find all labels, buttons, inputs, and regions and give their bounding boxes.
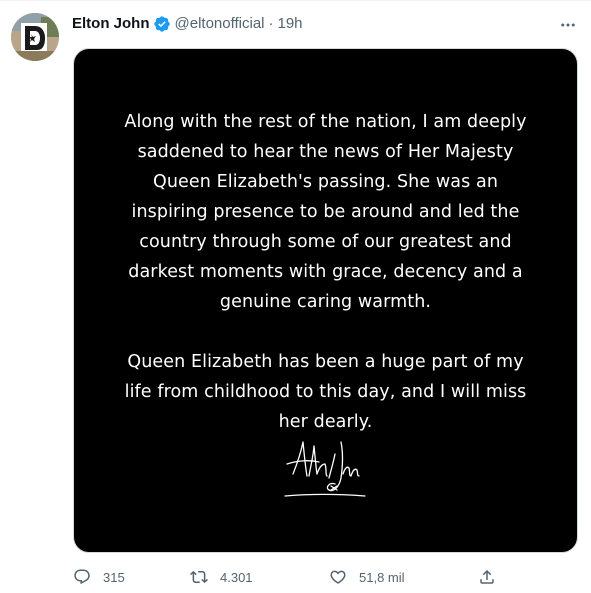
like-button[interactable]: 51,8 mil bbox=[329, 566, 405, 588]
heart-icon bbox=[329, 568, 347, 586]
tweet[interactable]: Elton John @eltonofficial · 19h Along wi… bbox=[0, 0, 591, 593]
statement-text: Along with the rest of the nation, I am … bbox=[74, 107, 577, 437]
reply-button[interactable]: 315 bbox=[73, 566, 125, 588]
avatar[interactable] bbox=[11, 13, 59, 61]
author-display-name[interactable]: Elton John bbox=[72, 14, 150, 34]
verified-badge-icon bbox=[153, 15, 171, 33]
more-options-icon[interactable] bbox=[556, 13, 580, 37]
retweet-icon bbox=[190, 568, 208, 586]
handwritten-signature bbox=[284, 441, 366, 497]
statement-image[interactable]: Along with the rest of the nation, I am … bbox=[73, 48, 578, 553]
retweet-count: 4.301 bbox=[220, 569, 253, 585]
avatar-image bbox=[11, 13, 59, 61]
reply-icon bbox=[73, 568, 91, 586]
retweet-button[interactable]: 4.301 bbox=[190, 566, 253, 588]
separator-dot: · bbox=[268, 15, 274, 32]
author-handle[interactable]: @eltonofficial bbox=[175, 14, 265, 34]
share-icon bbox=[478, 568, 496, 586]
statement-paragraph-1: Along with the rest of the nation, I am … bbox=[124, 112, 527, 312]
share-button[interactable] bbox=[478, 566, 496, 588]
tweet-actions: 315 4.301 51,8 mil bbox=[73, 566, 578, 588]
reply-count: 315 bbox=[103, 569, 125, 585]
tweet-header: Elton John @eltonofficial · 19h bbox=[72, 14, 303, 34]
statement-paragraph-2: Queen Elizabeth has been a huge part of … bbox=[124, 352, 527, 432]
tweet-timestamp[interactable]: 19h bbox=[278, 14, 303, 34]
like-count: 51,8 mil bbox=[359, 569, 405, 585]
